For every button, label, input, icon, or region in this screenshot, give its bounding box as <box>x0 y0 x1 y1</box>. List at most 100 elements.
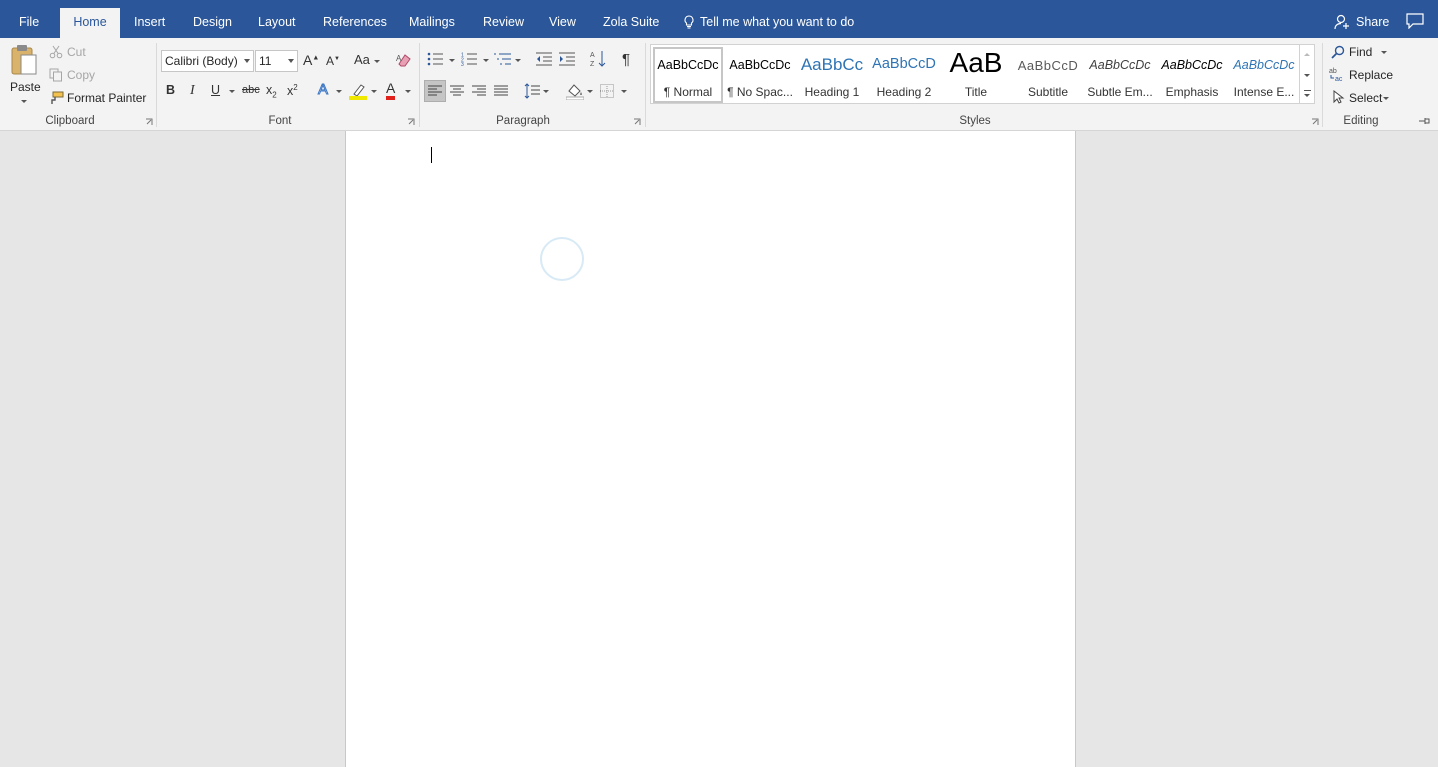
style-preview: AaB <box>949 47 1003 78</box>
tab-home[interactable]: Home <box>60 8 120 38</box>
style-preview: AaBbCc <box>800 55 864 74</box>
italic-button[interactable]: I <box>190 83 195 99</box>
sort-icon[interactable]: AZ <box>590 50 606 68</box>
underline-dropdown-icon[interactable] <box>229 90 235 93</box>
bold-button[interactable]: B <box>166 83 175 97</box>
replace-button[interactable]: Replace <box>1349 68 1393 82</box>
increase-indent-icon[interactable] <box>559 52 575 66</box>
dialog-launcher-icon[interactable] <box>145 118 153 126</box>
style-intense-emphasis[interactable]: AaBbCcDc Intense E... <box>1229 47 1299 103</box>
font-size-combobox[interactable]: 11 <box>255 50 298 72</box>
find-button[interactable]: Find <box>1349 45 1372 59</box>
numbering-dropdown-icon[interactable] <box>483 59 489 62</box>
align-center-icon[interactable] <box>450 85 464 97</box>
style-name: Subtle Em... <box>1087 85 1153 99</box>
font-color-dropdown-icon[interactable] <box>405 90 411 93</box>
grow-font-button[interactable]: A▲ <box>303 52 319 68</box>
lightbulb-icon <box>684 15 694 29</box>
style-heading-2[interactable]: AaBbCcD Heading 2 <box>869 47 939 103</box>
dialog-launcher-icon[interactable] <box>633 118 641 126</box>
svg-text:ab: ab <box>1329 68 1337 75</box>
comment-icon[interactable] <box>1406 13 1424 29</box>
paste-icon[interactable] <box>10 44 38 76</box>
tab-review[interactable]: Review <box>470 8 537 38</box>
shading-icon[interactable] <box>566 83 584 100</box>
style-name: Heading 2 <box>876 85 932 99</box>
editing-group-label: Editing <box>1343 115 1379 127</box>
shrink-font-button[interactable]: A▼ <box>326 54 340 68</box>
gallery-scroll-down[interactable] <box>1299 65 1314 85</box>
bullets-icon[interactable] <box>427 52 443 66</box>
style-heading-1[interactable]: AaBbCc Heading 1 <box>797 47 867 103</box>
style-emphasis[interactable]: AaBbCcDc Emphasis <box>1157 47 1227 103</box>
dialog-launcher-icon[interactable] <box>407 118 415 126</box>
tab-insert[interactable]: Insert <box>121 8 178 38</box>
tab-references[interactable]: References <box>310 8 400 38</box>
font-name-combobox[interactable]: Calibri (Body) <box>161 50 254 72</box>
style-no-spacing[interactable]: AaBbCcDc ¶ No Spac... <box>725 47 795 103</box>
shading-dropdown-icon[interactable] <box>587 90 593 93</box>
text-cursor <box>431 147 432 163</box>
numbering-icon[interactable]: 123 <box>461 52 477 66</box>
tab-file[interactable]: File <box>6 8 52 38</box>
borders-icon[interactable] <box>600 84 614 98</box>
find-dropdown-icon[interactable] <box>1381 51 1387 54</box>
align-right-icon[interactable] <box>472 85 486 97</box>
style-subtle-emphasis[interactable]: AaBbCcDc Subtle Em... <box>1085 47 1155 103</box>
select-button[interactable]: Select <box>1349 91 1382 105</box>
text-effects-dropdown-icon[interactable] <box>336 90 342 93</box>
paste-dropdown-icon[interactable] <box>21 100 27 103</box>
tab-mailings[interactable]: Mailings <box>396 8 468 38</box>
more-icon <box>1304 90 1311 91</box>
tab-design[interactable]: Design <box>180 8 245 38</box>
line-spacing-dropdown-icon[interactable] <box>543 90 549 93</box>
superscript-mark: 2 <box>293 83 298 92</box>
select-cursor-icon <box>1333 90 1345 104</box>
tab-zola-suite[interactable]: Zola Suite <box>590 8 672 38</box>
style-title[interactable]: AaB Title <box>941 47 1011 103</box>
pin-ribbon-icon[interactable] <box>1418 116 1430 126</box>
eraser-icon[interactable]: A <box>396 52 412 68</box>
document-page[interactable] <box>345 131 1076 767</box>
gallery-more[interactable] <box>1299 85 1314 103</box>
share-button[interactable]: Share <box>1334 8 1389 38</box>
multilevel-list-icon[interactable] <box>494 52 512 66</box>
person-add-icon <box>1334 14 1349 30</box>
strikethrough-button[interactable]: abc <box>242 84 260 96</box>
highlight-dropdown-icon[interactable] <box>371 90 377 93</box>
show-marks-button[interactable]: ¶ <box>622 51 630 68</box>
tab-view[interactable]: View <box>536 8 589 38</box>
paste-button[interactable]: Paste <box>10 80 41 94</box>
bullets-dropdown-icon[interactable] <box>449 59 455 62</box>
subscript-button[interactable]: x2 <box>266 83 277 100</box>
chevron-up-icon <box>1304 53 1310 56</box>
copy-button[interactable]: Copy <box>67 68 95 82</box>
format-painter-button[interactable]: Format Painter <box>67 91 146 105</box>
line-spacing-icon[interactable] <box>524 83 540 99</box>
style-normal[interactable]: AaBbCcDc ¶ Normal <box>653 47 723 103</box>
dialog-launcher-icon[interactable] <box>1311 118 1319 126</box>
style-subtitle[interactable]: AaBbCcD Subtitle <box>1013 47 1083 103</box>
underline-button[interactable]: U <box>211 83 220 97</box>
style-preview: AaBbCcDc <box>657 58 719 72</box>
multilevel-dropdown-icon[interactable] <box>515 59 521 62</box>
decrease-indent-icon[interactable] <box>536 52 552 66</box>
tab-layout[interactable]: Layout <box>245 8 309 38</box>
change-case-button[interactable]: Aa <box>354 52 370 67</box>
select-dropdown-icon[interactable] <box>1383 97 1389 100</box>
justify-icon[interactable] <box>494 85 508 97</box>
text-effects-button[interactable]: A <box>317 81 328 99</box>
cut-button[interactable]: Cut <box>67 45 86 59</box>
superscript-button[interactable]: x2 <box>287 83 298 98</box>
chevron-down-icon <box>288 59 294 63</box>
tell-me-box[interactable]: Tell me what you want to do <box>683 8 854 38</box>
style-name: ¶ No Spac... <box>727 85 793 99</box>
highlighter-icon[interactable] <box>349 83 367 100</box>
font-color-button[interactable]: A <box>386 81 396 100</box>
change-case-dropdown-icon[interactable] <box>374 60 380 63</box>
gallery-scroll-up[interactable] <box>1299 45 1314 65</box>
borders-dropdown-icon[interactable] <box>621 90 627 93</box>
font-group-label: Font <box>268 115 292 127</box>
style-preview: AaBbCcDc <box>1089 58 1151 72</box>
group-separator <box>156 43 157 127</box>
